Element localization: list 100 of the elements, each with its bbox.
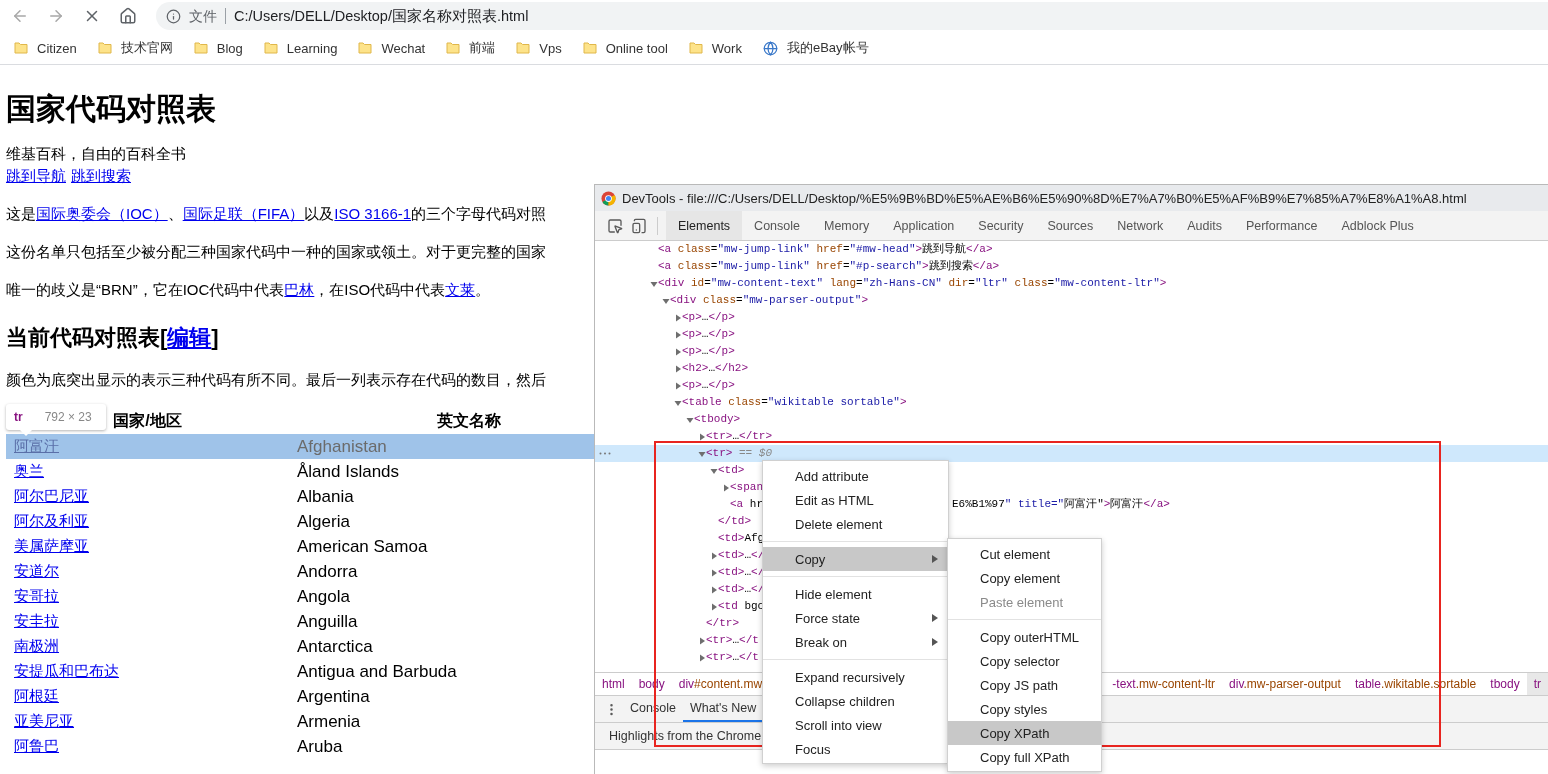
right-triangle-icon[interactable] (674, 313, 682, 322)
code-line[interactable]: <p>…</p> (682, 343, 735, 360)
code-line[interactable]: <p>…</p> (682, 377, 735, 394)
tab[interactable]: Audits (1175, 211, 1234, 240)
right-triangle-icon[interactable] (698, 653, 706, 662)
code-line[interactable]: <a class="mw-jump-link" href="#mw-head">跳到导航</a> (658, 241, 993, 258)
right-triangle-icon[interactable] (710, 568, 718, 577)
tab[interactable]: Elements (666, 211, 743, 240)
code-line[interactable]: <tr> == $0 (706, 445, 773, 462)
code-line[interactable]: <div class="mw-parser-output"> (670, 292, 869, 309)
right-triangle-icon[interactable] (710, 551, 718, 560)
text-link[interactable]: 巴林 (284, 281, 315, 298)
country-link[interactable]: 美属萨摩亚 (14, 537, 89, 556)
code-line[interactable]: <tbody> (694, 411, 741, 428)
country-link[interactable]: 阿尔及利亚 (14, 512, 89, 531)
down-triangle-icon[interactable] (698, 449, 706, 458)
breadcrumb[interactable]: tbody (1483, 673, 1527, 695)
tab[interactable]: Performance (1233, 211, 1330, 240)
breadcrumb[interactable]: tr (1526, 673, 1548, 695)
right-triangle-icon[interactable] (710, 602, 718, 611)
tab[interactable]: Adblock Plus (1329, 211, 1426, 240)
bookmark[interactable]: 技术官网 (95, 35, 175, 61)
menu-item[interactable]: Delete element (763, 512, 948, 536)
code-line[interactable]: E6%B1%97" title="阿富汗">阿富汗</a> (952, 496, 1170, 513)
country-link[interactable]: 南极洲 (14, 637, 59, 656)
tab[interactable]: Security (966, 211, 1036, 240)
text-link[interactable]: ISO 3166-1 (334, 205, 412, 222)
jump-link[interactable]: 跳到导航 (6, 165, 66, 187)
right-triangle-icon[interactable] (698, 432, 706, 441)
menu-item[interactable]: Hide element (763, 582, 948, 606)
menu-item[interactable]: Edit as HTML (763, 488, 948, 512)
country-link[interactable]: 阿尔巴尼亚 (14, 487, 89, 506)
down-triangle-icon[interactable] (650, 279, 658, 288)
menu-item[interactable]: Copy outerHTML (948, 625, 1101, 649)
address-bar[interactable]: 文件 C:/Users/DELL/Desktop/国家名称对照表.html (156, 2, 1548, 30)
country-link[interactable]: 阿鲁巴 (14, 737, 59, 756)
menu-item[interactable]: Copy JS path (948, 673, 1101, 697)
country-link[interactable]: 阿根廷 (14, 687, 59, 706)
code-line[interactable]: <span (730, 479, 763, 496)
bookmark[interactable]: Learning (261, 35, 340, 61)
more-icon[interactable] (599, 452, 611, 455)
code-line[interactable]: <td> (718, 462, 745, 479)
code-line[interactable]: </tr> (706, 615, 739, 632)
tab[interactable]: Sources (1035, 211, 1106, 240)
text-link[interactable]: 国际足联（FIFA） (182, 205, 305, 222)
country-link[interactable]: 奥兰 (14, 462, 44, 481)
right-triangle-icon[interactable] (674, 330, 682, 339)
right-triangle-icon[interactable] (674, 381, 682, 390)
bookmark[interactable]: Wechat (356, 35, 428, 61)
bookmark[interactable]: 我的eBay帐号 (760, 35, 871, 61)
breadcrumb[interactable]: -text.mw-content-ltr (1105, 673, 1223, 695)
code-line[interactable]: <a class="mw-jump-link" href="#p-search">跳到搜索</a> (658, 258, 1000, 275)
bookmark[interactable]: 前端 (444, 35, 498, 61)
right-triangle-icon[interactable] (722, 483, 730, 492)
menu-item[interactable]: Copy (763, 547, 948, 571)
code-line[interactable]: <p>…</p> (682, 326, 735, 343)
breadcrumb[interactable]: html (595, 673, 632, 695)
bookmark[interactable]: Blog (191, 35, 245, 61)
right-triangle-icon[interactable] (674, 364, 682, 373)
code-line[interactable]: <a hr (730, 496, 763, 513)
text-link[interactable]: 国际奥委会（IOC） (36, 205, 168, 222)
code-line[interactable]: <tr>…</t (706, 632, 759, 649)
menu-item[interactable]: Force state (763, 606, 948, 630)
menu-item[interactable]: Copy element (948, 566, 1101, 590)
code-line[interactable]: <div id="mw-content-text" lang="zh-Hans-CN" dir="ltr" class="mw-content-ltr"> (658, 275, 1167, 292)
menu-item[interactable]: Break on (763, 630, 948, 654)
tab[interactable]: Application (881, 211, 967, 240)
code-line[interactable]: <td bgc (718, 598, 765, 615)
code-line[interactable]: <table class="wikitable sortable"> (682, 394, 907, 411)
country-link[interactable]: 亚美尼亚 (14, 712, 74, 731)
menu-item[interactable]: Copy styles (948, 697, 1101, 721)
country-link[interactable]: 安圭拉 (14, 612, 59, 631)
jump-link[interactable]: 跳到搜索 (71, 165, 131, 187)
country-link[interactable]: 安哥拉 (14, 587, 59, 606)
country-link[interactable]: 安道尔 (14, 562, 59, 581)
bookmark[interactable]: Citizen (12, 35, 79, 61)
code-line[interactable]: <tr>…</tr> (706, 428, 773, 445)
text-link[interactable]: 文莱 (445, 281, 476, 298)
code-line[interactable]: </td> (718, 513, 751, 530)
right-triangle-icon[interactable] (674, 347, 682, 356)
right-triangle-icon[interactable] (698, 636, 706, 645)
tab[interactable]: Memory (812, 211, 882, 240)
down-triangle-icon[interactable] (674, 398, 682, 407)
bookmark[interactable]: Vps (514, 35, 564, 61)
tab[interactable]: Console (742, 211, 812, 240)
code-line[interactable]: <tr>…</t (706, 649, 759, 666)
down-triangle-icon[interactable] (710, 466, 718, 475)
down-triangle-icon[interactable] (662, 296, 670, 305)
breadcrumb[interactable]: div.mw-parser-output (1222, 673, 1348, 695)
right-triangle-icon[interactable] (710, 585, 718, 594)
menu-item[interactable]: Copy XPath (948, 721, 1101, 745)
code-line[interactable]: <p>…</p> (682, 309, 735, 326)
menu-item[interactable]: Copy selector (948, 649, 1101, 673)
bookmark[interactable]: Work (686, 35, 744, 61)
edit-link[interactable]: 编辑 (167, 325, 212, 350)
menu-item[interactable]: Add attribute (763, 464, 948, 488)
bookmark[interactable]: Online tool (580, 35, 670, 61)
menu-item[interactable]: Cut element (948, 542, 1101, 566)
country-link[interactable]: 安提瓜和巴布达 (14, 662, 119, 681)
code-line[interactable]: <h2>…</h2> (682, 360, 749, 377)
